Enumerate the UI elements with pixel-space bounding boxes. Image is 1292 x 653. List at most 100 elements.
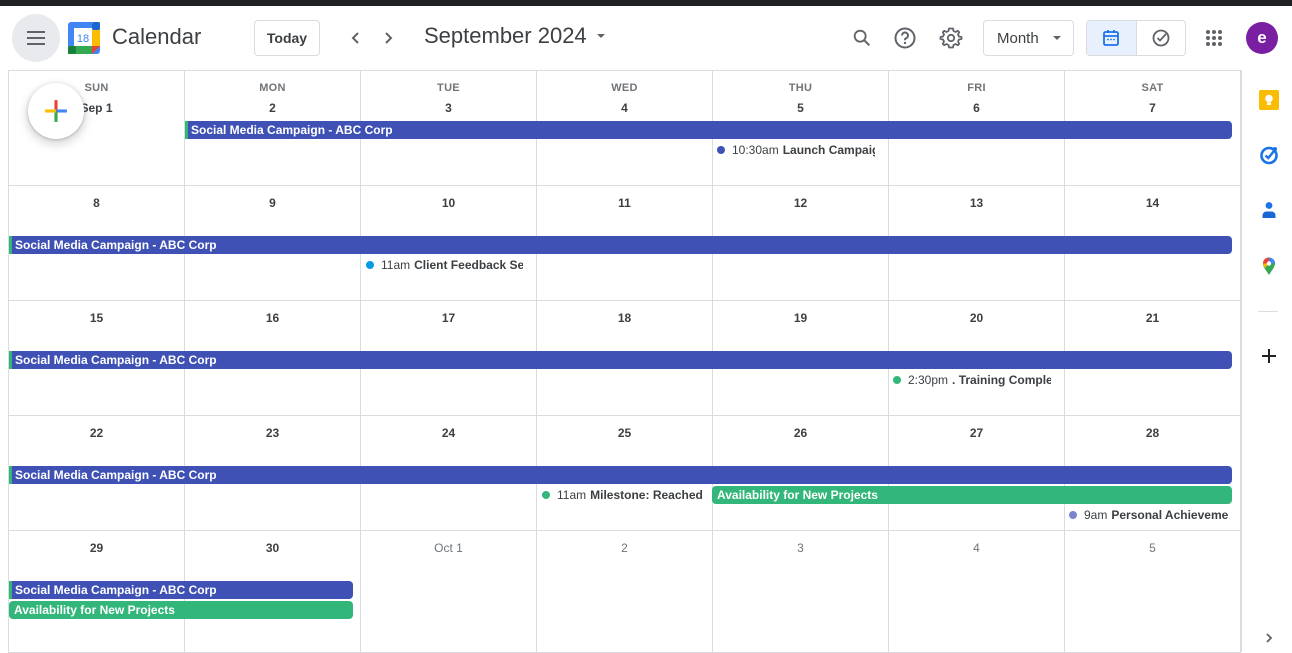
calendar-logo: 18: [68, 22, 100, 54]
tasks-view-toggle[interactable]: [1137, 21, 1186, 55]
hamburger-icon: [27, 31, 45, 45]
event-social-media-campaign[interactable]: Social Media Campaign - ABC Corp: [9, 466, 1232, 484]
event-personal-achievement[interactable]: 9am Personal Achievement: [1069, 506, 1229, 524]
day-number[interactable]: 23: [185, 426, 360, 440]
event-availability-new-projects[interactable]: Availability for New Projects: [9, 601, 353, 619]
day-number[interactable]: 2: [185, 101, 360, 115]
day-cell[interactable]: Oct 1: [360, 531, 536, 653]
event-social-media-campaign[interactable]: Social Media Campaign - ABC Corp: [9, 581, 353, 599]
day-number[interactable]: 3: [713, 541, 888, 555]
keep-button[interactable]: [1258, 89, 1280, 111]
next-month-button[interactable]: [372, 22, 404, 54]
day-number[interactable]: 24: [361, 426, 536, 440]
side-panel: [1241, 70, 1292, 652]
chevron-left-icon: [351, 32, 359, 44]
day-number[interactable]: 18: [537, 311, 712, 325]
day-number[interactable]: 19: [713, 311, 888, 325]
event-availability-new-projects[interactable]: Availability for New Projects: [712, 486, 1232, 504]
task-check-icon: [1152, 29, 1170, 47]
event-milestone-reached[interactable]: 11am Milestone: Reached: [542, 486, 702, 504]
today-button[interactable]: Today: [254, 20, 320, 56]
contacts-button[interactable]: [1258, 199, 1280, 221]
day-number[interactable]: 2: [537, 541, 712, 555]
day-number[interactable]: 11: [537, 196, 712, 210]
maps-icon: [1263, 257, 1275, 275]
settings-button[interactable]: [935, 22, 967, 54]
caret-down-icon: [596, 34, 605, 38]
app-header: 18 Calendar Today September 2024 Month e: [0, 6, 1292, 70]
svg-text:18: 18: [77, 33, 89, 45]
account-avatar[interactable]: e: [1246, 22, 1278, 54]
help-button[interactable]: [889, 22, 921, 54]
day-cell[interactable]: 5: [1064, 531, 1241, 653]
day-number[interactable]: 12: [713, 196, 888, 210]
google-apps-button[interactable]: [1198, 22, 1230, 54]
day-number[interactable]: 4: [889, 541, 1064, 555]
weekday-label: TUE: [437, 82, 460, 94]
add-icon: [1262, 349, 1276, 363]
app-title: Calendar: [112, 24, 202, 49]
day-number[interactable]: 8: [9, 196, 184, 210]
weekday-label: THU: [788, 82, 813, 94]
tasks-button[interactable]: [1258, 144, 1280, 166]
day-number[interactable]: 25: [537, 426, 712, 440]
event-dot: [366, 261, 374, 269]
plus-icon: [45, 100, 67, 122]
chevron-right-icon: [1266, 633, 1273, 643]
day-number[interactable]: 5: [713, 101, 888, 115]
previous-month-button[interactable]: [340, 22, 372, 54]
day-number[interactable]: 22: [9, 426, 184, 440]
day-cell[interactable]: 2: [536, 531, 712, 653]
event-social-media-campaign[interactable]: Social Media Campaign - ABC Corp: [9, 351, 1232, 369]
day-number[interactable]: 29: [9, 541, 184, 555]
day-number[interactable]: 17: [361, 311, 536, 325]
show-side-panel-button[interactable]: [1258, 627, 1280, 649]
day-number[interactable]: 30: [185, 541, 360, 555]
calendar-view-toggle[interactable]: [1087, 21, 1137, 55]
day-number[interactable]: 15: [9, 311, 184, 325]
event-social-media-campaign[interactable]: Social Media Campaign - ABC Corp: [185, 121, 1232, 139]
day-cell[interactable]: 3: [712, 531, 888, 653]
weekday-label: WED: [611, 82, 638, 94]
day-cell[interactable]: 4: [888, 531, 1064, 653]
main-menu-button[interactable]: [12, 14, 60, 62]
day-number[interactable]: 21: [1065, 311, 1240, 325]
calendar-icon: [1103, 30, 1120, 46]
side-panel-divider: [1258, 311, 1278, 312]
day-number[interactable]: 4: [537, 101, 712, 115]
maps-button[interactable]: [1258, 255, 1280, 277]
calendar-tasks-toggle: [1086, 20, 1186, 56]
day-number[interactable]: 28: [1065, 426, 1240, 440]
view-selector-label: Month: [997, 29, 1039, 47]
day-number[interactable]: 3: [361, 101, 536, 115]
caret-down-icon: [1052, 36, 1061, 40]
keep-icon: [1259, 90, 1279, 110]
create-event-button[interactable]: [28, 83, 84, 139]
day-number[interactable]: 10: [361, 196, 536, 210]
event-dot: [893, 376, 901, 384]
weekday-label: MON: [259, 82, 286, 94]
tasks-icon: [1260, 146, 1278, 165]
event-client-feedback-session[interactable]: 11am Client Feedback Session: [366, 256, 523, 274]
event-social-media-campaign[interactable]: Social Media Campaign - ABC Corp: [9, 236, 1232, 254]
view-selector[interactable]: Month: [983, 20, 1074, 56]
month-title-picker[interactable]: September 2024: [424, 23, 605, 49]
day-number[interactable]: 13: [889, 196, 1064, 210]
day-number[interactable]: 26: [713, 426, 888, 440]
search-button[interactable]: [846, 22, 878, 54]
weekday-label: FRI: [967, 82, 986, 94]
day-number[interactable]: Oct 1: [361, 541, 536, 555]
day-number[interactable]: 16: [185, 311, 360, 325]
day-number[interactable]: 7: [1065, 101, 1240, 115]
day-number[interactable]: 5: [1065, 541, 1240, 555]
month-title: September 2024: [424, 23, 587, 48]
day-number[interactable]: 20: [889, 311, 1064, 325]
day-number[interactable]: 9: [185, 196, 360, 210]
day-number[interactable]: 6: [889, 101, 1064, 115]
get-add-ons-button[interactable]: [1258, 345, 1280, 367]
weekday-label: SAT: [1141, 82, 1164, 94]
event-training-completion[interactable]: 2:30pm . Training Completion: [893, 371, 1051, 389]
event-launch-campaign[interactable]: 10:30am Launch Campaign: [717, 141, 875, 159]
day-number[interactable]: 14: [1065, 196, 1240, 210]
day-number[interactable]: 27: [889, 426, 1064, 440]
